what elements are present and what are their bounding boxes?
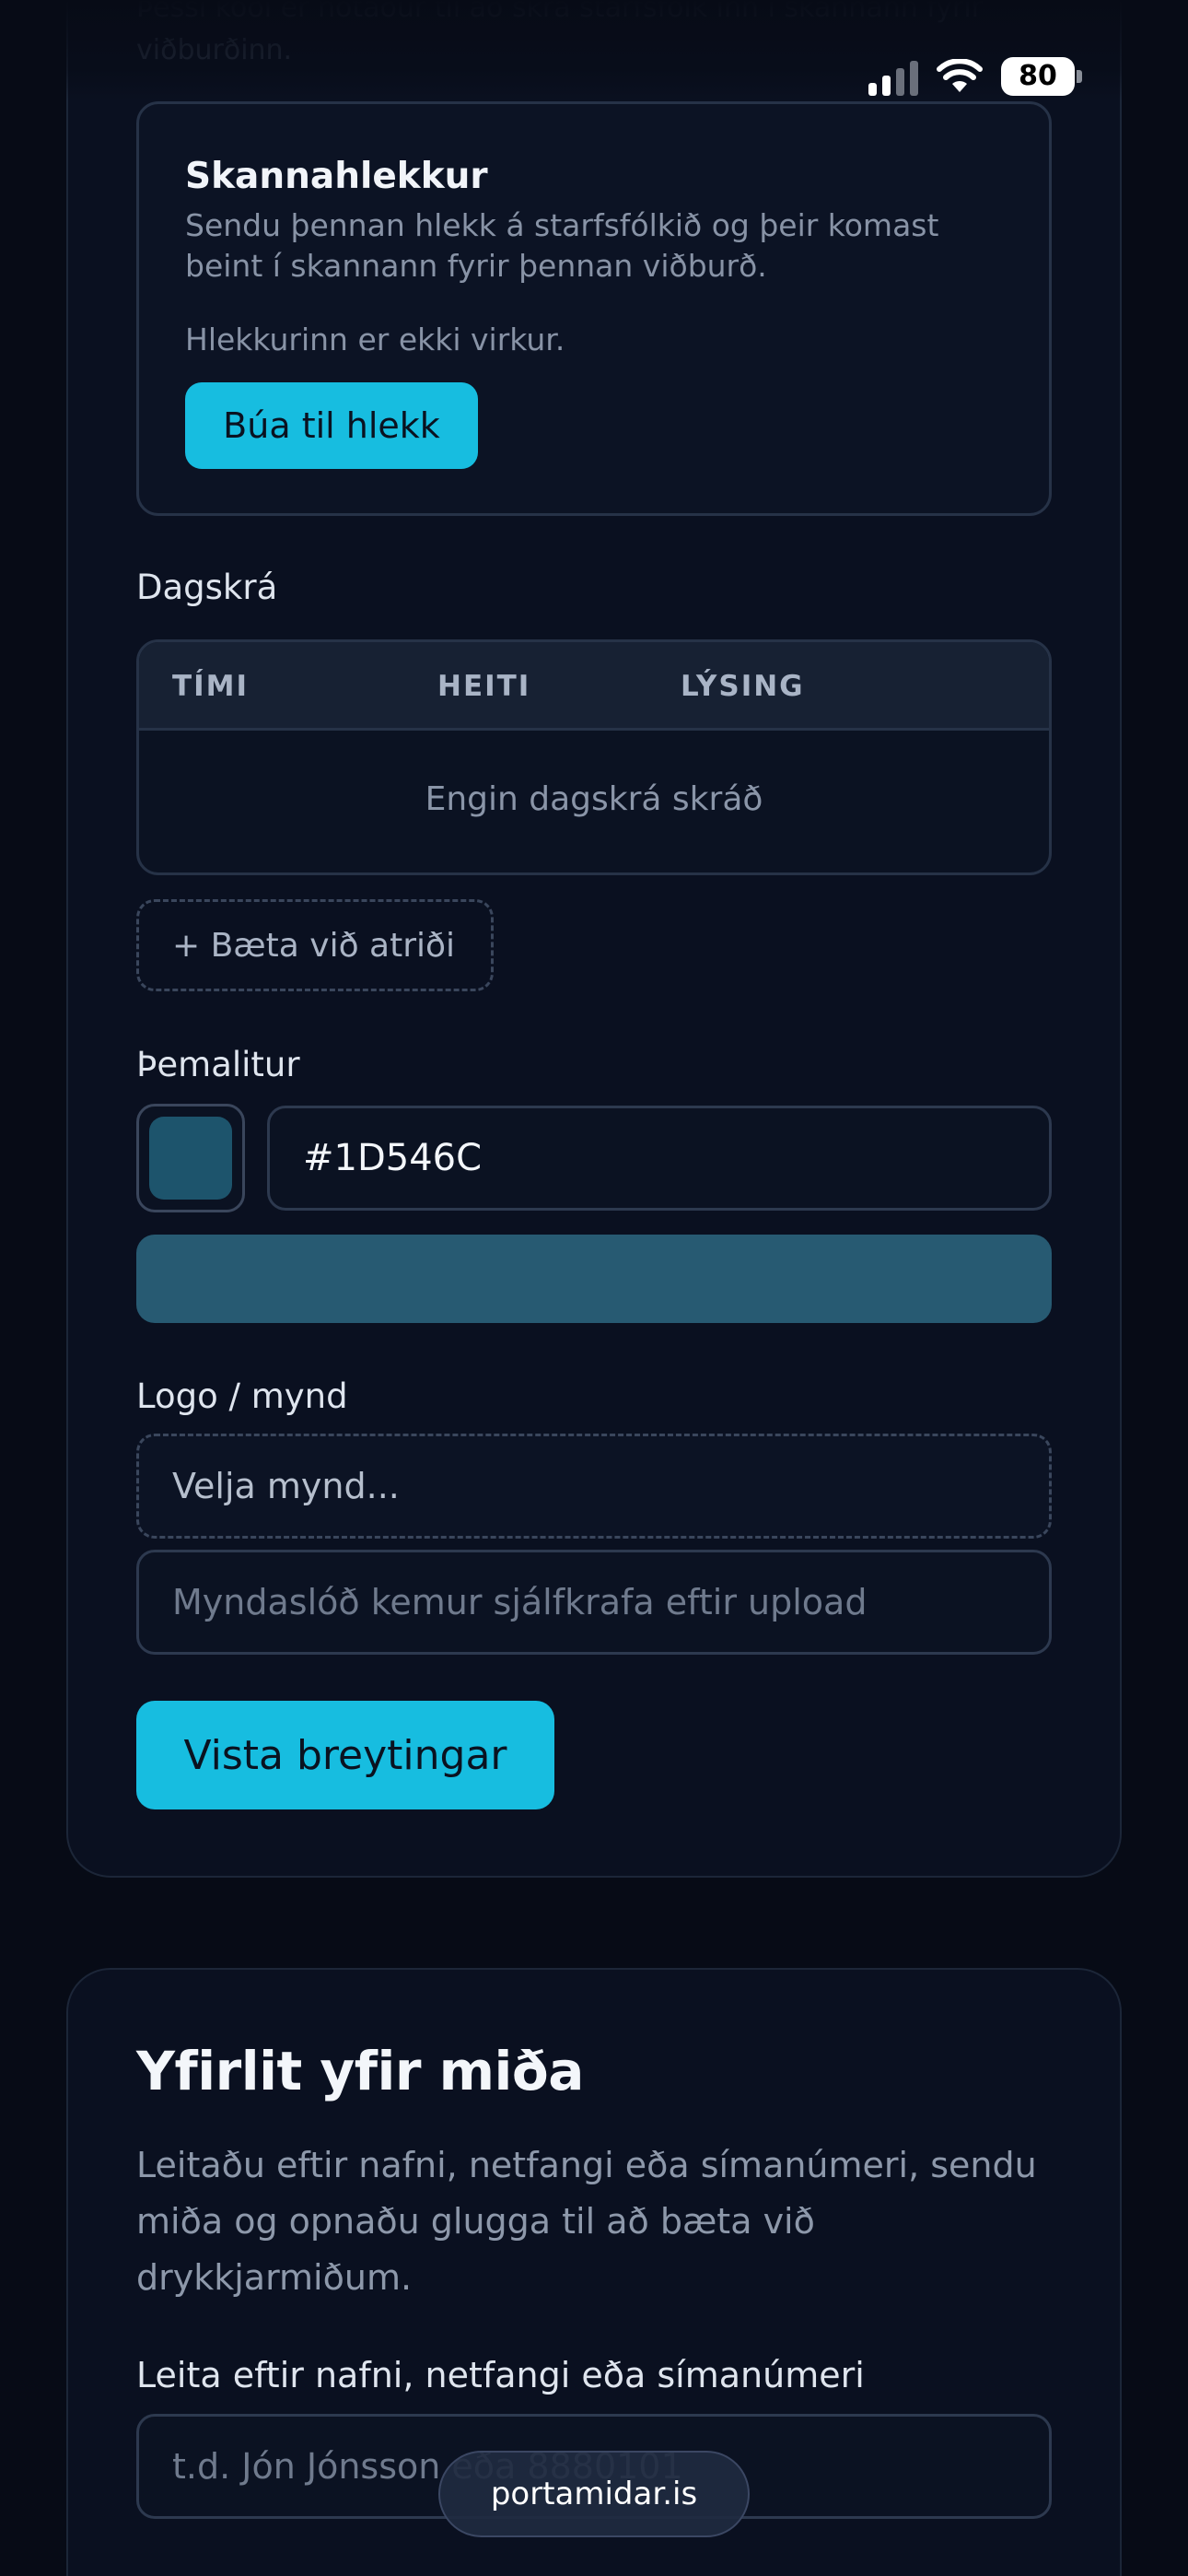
wifi-icon — [937, 59, 983, 92]
column-header-time: TÍMI — [172, 670, 250, 703]
column-header-name: HEITI — [437, 670, 531, 703]
agenda-table: TÍMI HEITI LÝSING Engin dagskrá skráð — [136, 639, 1052, 875]
color-swatch-picker[interactable] — [136, 1104, 245, 1212]
scan-link-status: Hlekkurinn er ekki virkur. — [185, 322, 565, 357]
choose-image-button[interactable]: Velja mynd... — [136, 1434, 1052, 1539]
browser-url-pill[interactable]: portamidar.is — [438, 2451, 750, 2537]
theme-color-label: Þemalitur — [136, 1045, 300, 1084]
agenda-label: Dagskrá — [136, 568, 278, 607]
scan-link-box: Skannahlekkur Sendu þennan hlekk á starf… — [136, 101, 1052, 516]
search-label: Leita eftir nafni, netfangi eða símanúme… — [136, 2355, 865, 2395]
theme-color-input[interactable]: #1D546C — [267, 1106, 1052, 1211]
agenda-table-header: TÍMI HEITI LÝSING — [139, 642, 1049, 731]
save-changes-button[interactable]: Vista breytingar — [136, 1701, 554, 1809]
agenda-empty-message: Engin dagskrá skráð — [425, 780, 763, 818]
column-header-description: LÝSING — [681, 670, 805, 703]
image-url-input[interactable]: Myndaslóð kemur sjálfkrafa eftir upload — [136, 1550, 1052, 1655]
scan-link-description: Sendu þennan hlekk á starfsfólkið og þei… — [185, 207, 939, 284]
logo-label: Logo / mynd — [136, 1376, 348, 1416]
ticket-overview-description: Leitaðu eftir nafni, netfangi eða símanú… — [136, 2145, 1037, 2298]
theme-color-preview — [136, 1235, 1052, 1323]
scan-link-title: Skannahlekkur — [185, 156, 488, 197]
battery-level: 80 — [1001, 57, 1075, 96]
ticket-overview-title: Yfirlit yfir miða — [136, 2040, 584, 2102]
battery-icon: 80 — [1001, 57, 1082, 96]
color-swatch — [149, 1117, 232, 1200]
add-agenda-item-button[interactable]: + Bæta við atriði — [136, 899, 494, 991]
create-link-button[interactable]: Búa til hlekk — [185, 382, 478, 469]
status-bar: 80 — [868, 57, 1082, 96]
cellular-signal-icon — [868, 57, 918, 96]
